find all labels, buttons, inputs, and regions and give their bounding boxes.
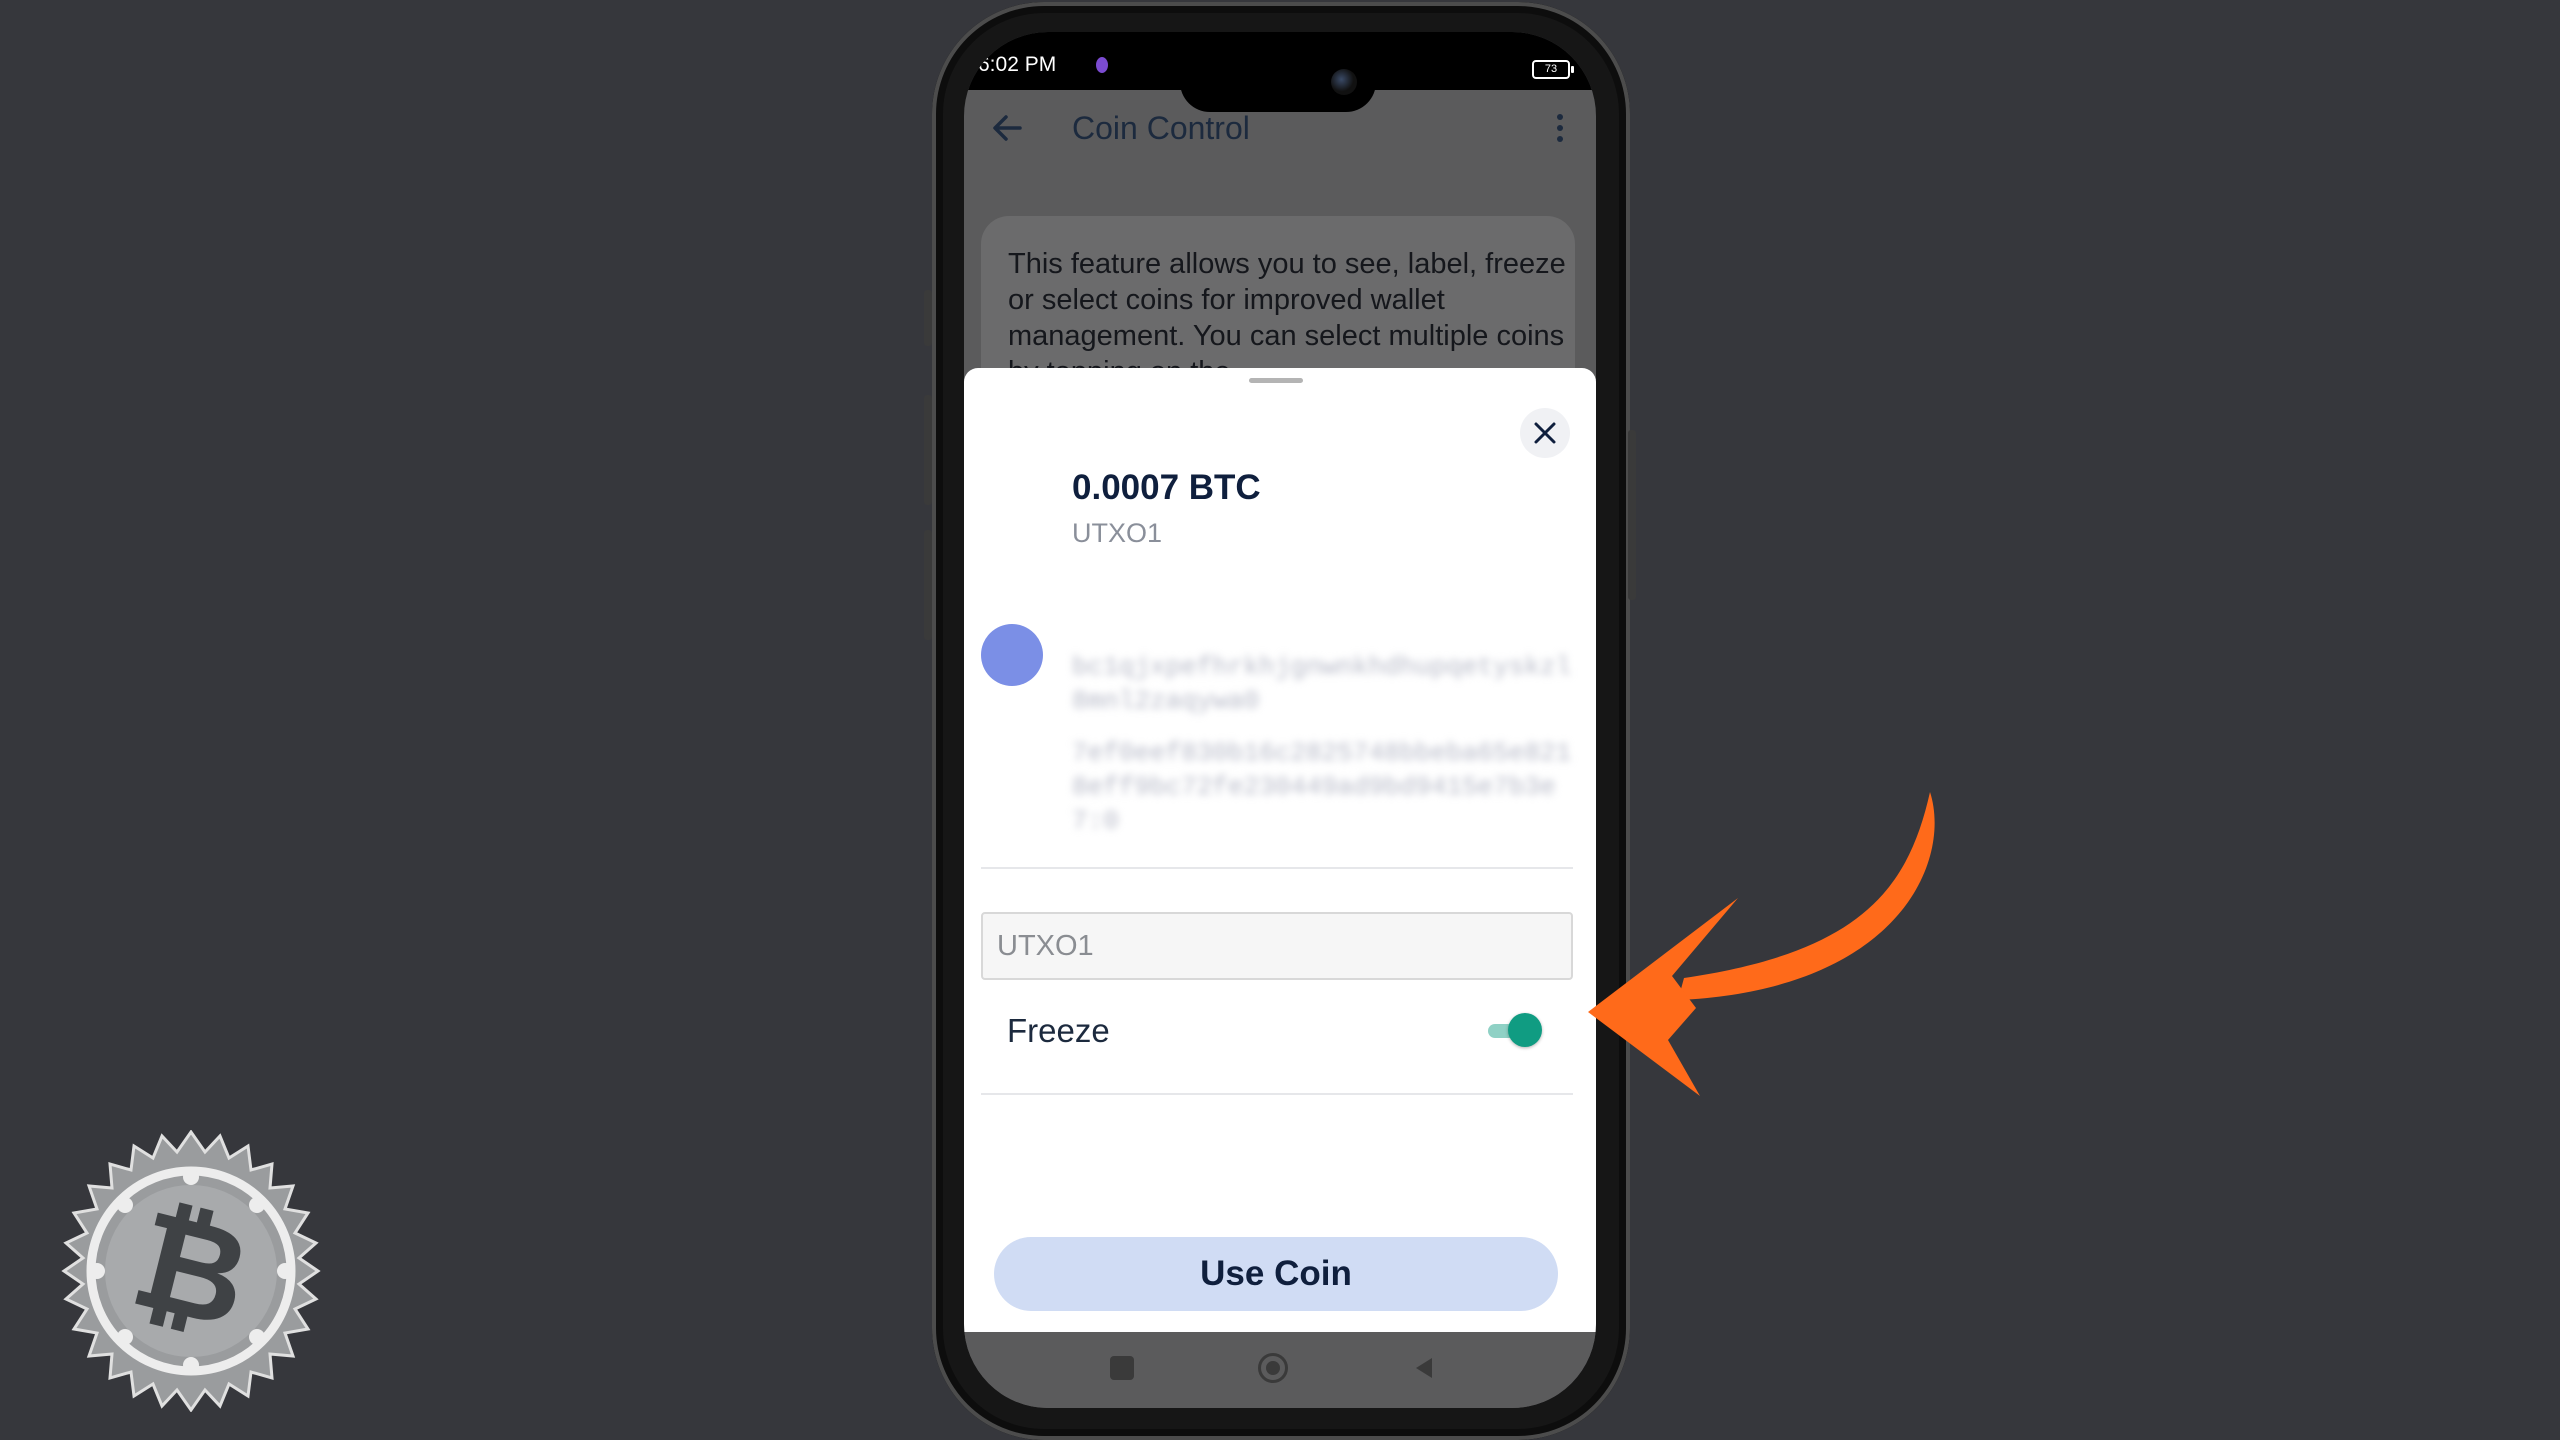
recents-icon[interactable] — [1110, 1356, 1134, 1380]
coin-txid: 7ef0eef830b16c2825748bbeba65e8218eff9bc7… — [1072, 738, 1572, 836]
close-button[interactable] — [1520, 408, 1570, 458]
navigation-bar — [964, 1332, 1596, 1408]
toggle-thumb — [1508, 1013, 1542, 1047]
coin-address: bc1qjxpefhrkhjgnwnkhdhupqetyskzl8mnl2zaq… — [1072, 652, 1572, 716]
curved-arrow — [1588, 792, 1935, 1096]
freeze-label: Freeze — [1007, 1012, 1110, 1049]
side-button — [924, 395, 932, 505]
notification-icon — [1096, 57, 1108, 73]
divider — [981, 867, 1573, 869]
arrow-left-icon[interactable] — [986, 106, 1030, 150]
bitcoin-badge-logo: ₿ — [61, 1130, 321, 1412]
freeze-toggle[interactable] — [1486, 1013, 1542, 1047]
coin-avatar — [981, 624, 1043, 686]
divider — [981, 1093, 1573, 1095]
more-vertical-icon[interactable] — [1554, 106, 1566, 150]
side-button — [924, 530, 932, 640]
page-title: Coin Control — [1072, 110, 1250, 146]
close-icon — [1534, 422, 1556, 444]
status-time: 6:02 PM — [978, 53, 1057, 76]
sheet-drag-handle[interactable] — [1249, 378, 1303, 383]
use-coin-button[interactable]: Use Coin — [994, 1237, 1558, 1311]
coin-label: UTXO1 — [1072, 518, 1163, 548]
label-input[interactable]: UTXO1 — [981, 912, 1573, 980]
back-triangle-icon[interactable] — [1412, 1356, 1436, 1380]
side-button — [924, 290, 932, 346]
home-icon[interactable] — [1258, 1353, 1288, 1383]
app-bar: Coin Control — [964, 90, 1596, 190]
battery-icon: 73 — [1532, 60, 1574, 79]
phone-screen: 6:02 PM 73 Coin Control This feature all… — [964, 32, 1596, 1408]
coin-amount: 0.0007 BTC — [1072, 468, 1261, 507]
coin-detail-sheet: 0.0007 BTC UTXO1 bc1qjxpefhrkhjgnwnkhdhu… — [964, 368, 1596, 1332]
side-button — [1628, 430, 1636, 600]
